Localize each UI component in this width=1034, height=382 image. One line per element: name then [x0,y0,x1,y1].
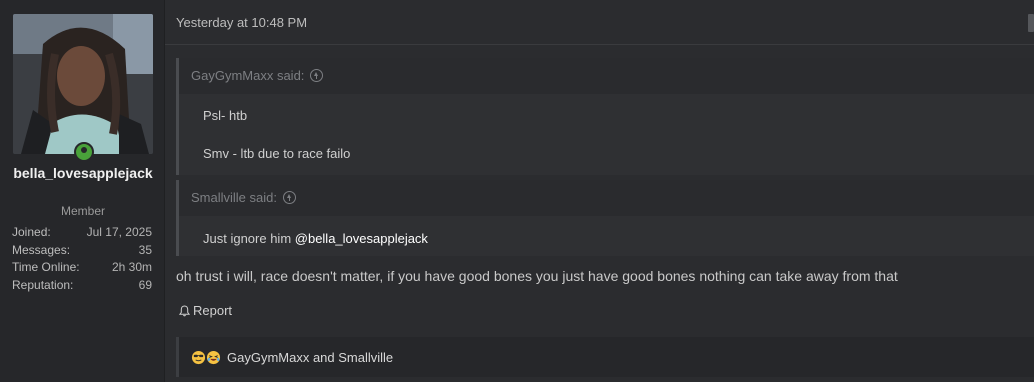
post-main: Yesterday at 10:48 PM GayGymMaxx said: P… [165,0,1034,382]
stat-value: Jul 17, 2025 [86,225,152,239]
stat-reputation: Reputation: 69 [12,277,152,295]
stat-joined: Joined: Jul 17, 2025 [12,224,152,242]
avatar[interactable] [13,14,153,154]
quote-line: Just ignore him @bella_lovesapplejack [191,231,440,246]
quote-block: Smallville said: Just ignore him @bella_… [176,180,1034,256]
user-stats: Joined: Jul 17, 2025 Messages: 35 Time O… [12,224,152,294]
report-button[interactable]: Report [179,303,232,318]
quote-line: Psl- htb [203,108,248,123]
jump-up-icon[interactable] [310,69,324,82]
divider [165,44,1034,45]
stat-messages: Messages: 35 [12,242,152,260]
user-panel: bella_lovesapplejack Member Joined: Jul … [0,0,165,382]
user-role: Member [60,204,105,218]
quote-header[interactable]: GayGymMaxx said: [179,58,1034,94]
online-status-icon [74,142,94,162]
quote-block: GayGymMaxx said: Psl- htb Smv - ltb due … [176,58,1034,175]
stat-value: 2h 30m [111,260,152,274]
quote-header[interactable]: Smallville said: [179,180,1034,216]
bell-icon [179,304,190,316]
stat-value[interactable]: 35 [139,242,152,260]
username[interactable]: bella_lovesapplejack [10,163,156,183]
cool-emoji-icon [191,350,206,364]
post-message: oh trust i will, race doesn't matter, if… [176,268,898,284]
stat-time-online: Time Online: 2h 30m [12,259,152,277]
stat-label: Joined: [12,225,51,239]
quote-author: GayGymMaxx said: [191,68,305,83]
user-mention[interactable]: @bella_lovesapplejack [295,231,428,246]
stat-value: 69 [138,277,152,292]
reactions-users[interactable]: GayGymMaxx and Smallville [227,350,393,365]
quote-text: Just ignore him [203,231,295,246]
reaction-icons [191,350,221,365]
reaction-bar[interactable]: GayGymMaxx and Smallville [176,337,1034,377]
post-timestamp[interactable]: Yesterday at 10:48 PM [176,15,307,30]
quote-line: Smv - ltb due to race failo [203,146,351,161]
report-label: Report [193,303,233,318]
select-checkbox[interactable] [1028,14,1034,32]
stat-label: Messages: [12,242,71,257]
jump-up-icon[interactable] [282,191,296,204]
laughing-emoji-icon [206,350,221,364]
stat-label: Time Online: [12,260,80,274]
stat-label: Reputation: [12,277,74,292]
quote-author: Smallville said: [191,190,277,205]
forum-post: bella_lovesapplejack Member Joined: Jul … [0,0,1034,382]
